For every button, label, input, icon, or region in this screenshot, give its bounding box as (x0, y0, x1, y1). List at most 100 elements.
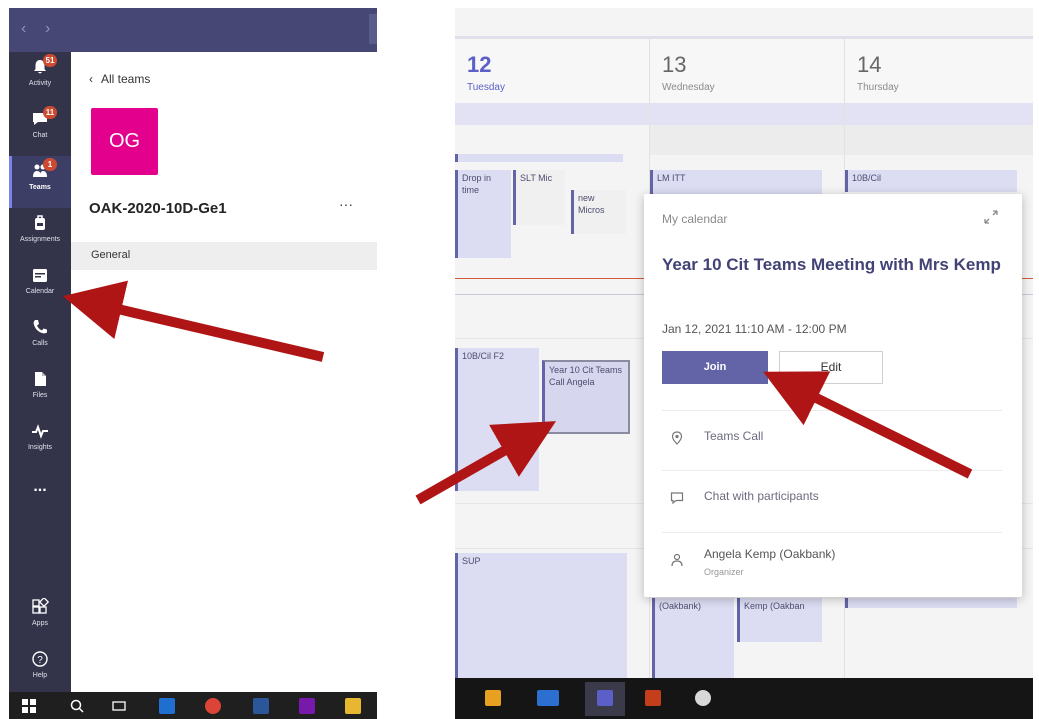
media-player-icon[interactable] (485, 690, 501, 706)
all-day-row-extension (650, 125, 1033, 155)
event-new[interactable]: new Micros (571, 190, 626, 234)
event-label: (Oakbank) (659, 601, 702, 611)
rail-item-assignments[interactable]: Assignments (9, 208, 71, 260)
divider (662, 470, 1002, 471)
event-label: Drop in time (462, 173, 492, 195)
file-explorer-icon[interactable] (345, 698, 361, 714)
back-arrow-icon[interactable]: ‹ (21, 20, 26, 38)
event-block-top[interactable] (455, 154, 623, 162)
chevron-left-icon: ‹ (89, 72, 93, 86)
event-label: LM ITT (657, 173, 686, 183)
task-view-icon[interactable] (111, 698, 127, 714)
event-year10-teams-call[interactable]: Year 10 Cit Teams Call Angela (542, 360, 630, 434)
paint-icon[interactable] (695, 690, 711, 706)
rail-item-chat[interactable]: 11 Chat (9, 104, 71, 156)
event-10b-cil-14[interactable]: 10B/Cil (845, 170, 1017, 192)
file-icon (35, 372, 46, 386)
day-number: 12 (467, 52, 492, 77)
more-options-icon[interactable]: ··· (339, 196, 353, 212)
location-pin-icon (671, 431, 683, 445)
teams-badge: 1 (43, 158, 57, 171)
help-icon: ? (32, 651, 48, 667)
onenote-icon[interactable] (299, 698, 315, 714)
rail-label: Apps (32, 620, 48, 627)
event-label: 10B/Cil (852, 173, 882, 183)
rail-item-teams[interactable]: 1 Teams (9, 156, 71, 208)
all-teams-link[interactable]: ‹ All teams (89, 72, 150, 86)
edge-icon[interactable] (159, 698, 175, 714)
location-text: Teams Call (704, 429, 764, 443)
location-row[interactable]: Teams Call (662, 417, 1002, 465)
organizer-role: Organizer (704, 567, 744, 577)
powerpoint-icon[interactable] (645, 690, 661, 706)
day-header-13[interactable]: 13 Wednesday (650, 36, 844, 108)
rail-label: Teams (29, 184, 51, 191)
search-icon[interactable] (69, 698, 85, 714)
event-label: Year 10 Cit Teams Call Angela (549, 365, 623, 387)
rail-item-calendar[interactable]: Calendar (9, 260, 71, 312)
rail-label: Files (32, 392, 48, 399)
team-name: OAK-2020-10D-Ge1 (89, 200, 227, 217)
day-header-12[interactable]: 12 Tuesday (455, 36, 649, 108)
day-name: Wednesday (662, 82, 715, 93)
pulse-icon (32, 424, 48, 439)
teams-taskbar-icon[interactable] (597, 690, 613, 706)
event-label: new Micros (578, 193, 605, 215)
event-drop-in[interactable]: Drop in time (455, 170, 511, 258)
channel-general[interactable]: General (71, 242, 377, 270)
rail-label: Calls (32, 340, 48, 347)
calendar-view: 12 Tuesday 13 Wednesday 14 Thursday Drop… (455, 8, 1033, 719)
event-label: 10B/Cil F2 (462, 351, 505, 361)
search-box-edge[interactable] (369, 14, 377, 44)
header-divider (455, 36, 1033, 39)
expand-icon[interactable] (984, 210, 998, 224)
rail-item-more[interactable]: ... (9, 478, 71, 512)
day-name: Thursday (857, 82, 899, 93)
rail-label: Insights (27, 444, 53, 451)
divider (662, 532, 1002, 533)
organizer-row[interactable]: Angela Kemp (Oakbank) Organizer (662, 539, 1002, 595)
rail-item-calls[interactable]: Calls (9, 312, 71, 364)
chat-row[interactable]: Chat with participants (662, 477, 1002, 525)
title-bar: ‹ › (9, 8, 377, 52)
windows-taskbar (9, 692, 377, 719)
event-sup[interactable]: SUP (455, 553, 627, 678)
event-kemp-b[interactable]: Kemp (Oakban (737, 598, 822, 642)
activity-badge: 51 (43, 54, 57, 67)
meeting-popup: My calendar Year 10 Cit Teams Meeting wi… (644, 194, 1022, 597)
team-pane: ‹ All teams OG OAK-2020-10D-Ge1 ··· Gener… (71, 52, 377, 692)
divider (662, 410, 1002, 411)
event-label: Kemp (Oakban (744, 601, 805, 611)
word-icon[interactable] (253, 698, 269, 714)
event-block-bottom[interactable] (845, 598, 1017, 608)
apps-icon (32, 598, 49, 614)
app-icon[interactable] (537, 690, 559, 706)
all-day-row (455, 103, 1033, 125)
event-slt[interactable]: SLT Mic (513, 170, 565, 225)
event-10b-cil-12[interactable]: 10B/Cil F2 (455, 348, 539, 491)
chat-text: Chat with participants (704, 489, 819, 503)
rail-item-apps[interactable]: Apps (9, 592, 71, 644)
windows-start-icon[interactable] (21, 698, 37, 714)
rail-label: Assignments (19, 236, 61, 243)
event-label: SUP (462, 556, 481, 566)
active-indicator (9, 156, 12, 208)
rail-item-files[interactable]: Files (9, 364, 71, 416)
edit-button[interactable]: Edit (779, 351, 883, 384)
windows-taskbar-right (455, 678, 1033, 719)
rail-item-insights[interactable]: Insights (9, 416, 71, 468)
rail-item-help[interactable]: ? Help (9, 644, 71, 696)
all-teams-label: All teams (101, 72, 151, 86)
rail-label: Help (32, 672, 48, 679)
chat-bubble-icon (670, 492, 684, 505)
rail-label: Activity (28, 80, 52, 87)
forward-arrow-icon[interactable]: › (45, 20, 50, 38)
rail-label: Chat (32, 132, 48, 139)
day-header-14[interactable]: 14 Thursday (845, 36, 1033, 108)
team-avatar: OG (91, 108, 158, 175)
svg-text:?: ? (37, 655, 43, 666)
rail-item-activity[interactable]: 51 Activity (9, 52, 71, 104)
event-kemp-a[interactable]: (Oakbank) (652, 598, 734, 678)
join-button[interactable]: Join (662, 351, 768, 384)
chrome-icon[interactable] (205, 698, 221, 714)
